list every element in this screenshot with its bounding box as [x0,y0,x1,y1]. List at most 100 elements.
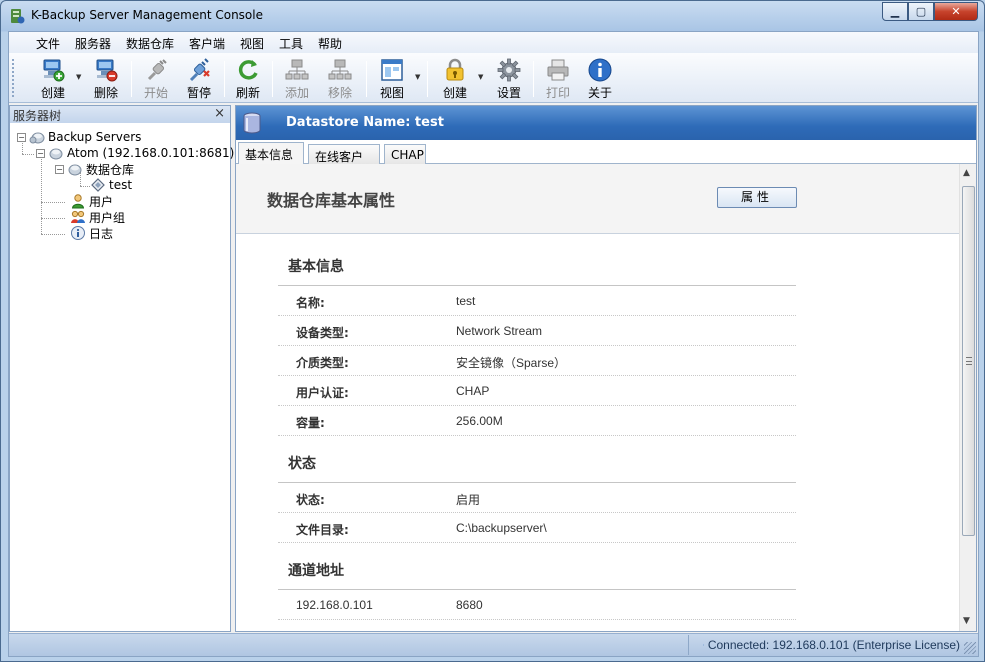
datastore-tabs: 基本信息 在线客户端 CHAP [236,140,976,181]
page-title: 数据仓库基本属性 [267,191,396,210]
tree-node-users[interactable]: 用户 [70,193,113,209]
delete-server-button[interactable]: 删除 [86,57,126,101]
tree-connector [41,156,42,234]
maximize-button[interactable]: ▢ [908,2,934,21]
menu-server[interactable]: 服务器 [75,35,111,52]
print-label: 打印 [545,86,570,100]
tab-online-clients[interactable]: 在线客户端 [308,144,380,181]
datastore-name-title: Datastore Name: test [286,115,444,130]
log-info-icon [71,226,85,240]
status-bar: Connected: 192.168.0.101 (Enterprise Lic… [9,633,978,656]
title-bar[interactable]: K-Backup Server Management Console ▁ ▢ ✕ [1,1,984,31]
row-label: 状态: [296,493,325,507]
print-button[interactable]: 打印 [538,57,578,101]
user-icon [71,194,85,209]
view-button[interactable]: 视图 [372,57,412,101]
start-label: 开始 [143,86,168,100]
scroll-up-icon[interactable]: ▲ [963,168,970,178]
close-button[interactable]: ✕ [934,2,978,21]
datastore-diamond-icon [91,178,105,192]
row-label: 介质类型: [296,356,349,370]
tree-label-datastores: 数据仓库 [86,162,135,177]
minimize-icon: ▁ [890,5,900,18]
client-area: 文件 服务器 数据仓库 客户端 视图 工具 帮助 创建 ▼ 删除 开始 暂停 刷… [8,31,979,657]
create-dropdown-icon[interactable]: ▼ [76,73,81,81]
tree-node-datastore-test[interactable]: test [90,177,132,193]
window-title: K-Backup Server Management Console [31,8,263,22]
view-dropdown-icon[interactable]: ▼ [415,73,420,81]
delete-server-label: 删除 [93,86,118,100]
create-lock-button[interactable]: 创建 [435,57,475,101]
scroll-thumb[interactable] [962,186,975,536]
minimize-button[interactable]: ▁ [882,2,908,21]
row-value: 启用 [456,493,481,507]
row-value: test [456,294,476,308]
row-value: 256.00M [456,414,503,428]
menu-help[interactable]: 帮助 [318,35,342,52]
menu-client[interactable]: 客户端 [189,35,225,52]
info-icon [588,58,612,82]
view-label: 视图 [379,86,404,100]
tab-chap[interactable]: CHAP [384,144,426,164]
scroll-grip-icon [966,357,972,365]
create-server-button[interactable]: 创建 [33,57,73,101]
refresh-icon [238,60,258,80]
panel-close-icon[interactable]: × [214,106,225,121]
create-lock-label: 创建 [442,86,467,100]
tree-connector [41,218,65,219]
lock-dropdown-icon[interactable]: ▼ [478,73,483,81]
toolbar: 创建 ▼ 删除 开始 暂停 刷新 添加 移除 视图 ▼ 创建 ▼ 设置 打印 关… [9,53,978,103]
content-header: 数据仓库基本属性 属性 [236,164,959,234]
datastore-panel: Datastore Name: test 基本信息 在线客户端 CHAP 数据仓… [235,105,977,632]
section-title-basic: 基本信息 [288,259,344,275]
tree-node-datastores[interactable]: − 数据仓库 [55,161,134,177]
server-tree-title: 服务器树 [13,109,62,123]
resize-grip-icon[interactable] [964,642,976,654]
close-icon: ✕ [951,5,961,18]
add-network-icon [285,59,309,80]
view-window-icon [381,59,403,81]
row-value: 安全镜像（Sparse） [456,356,567,370]
collapse-icon[interactable]: − [36,148,45,158]
tree-node-backup-servers[interactable]: − Backup Servers [17,129,141,145]
menu-file[interactable]: 文件 [36,35,60,52]
row-value: Network Stream [456,324,543,338]
pause-button[interactable]: 暂停 [179,57,219,101]
info-row: 设备类型: Network Stream [278,316,796,346]
create-server-icon [43,59,65,82]
info-row: 介质类型: 安全镜像（Sparse） [278,346,796,376]
collapse-icon[interactable]: − [17,132,26,142]
server-tree-header: 服务器树 × [10,106,230,123]
info-row: 192.168.0.101 8680 [278,590,796,620]
tree-node-groups[interactable]: 用户组 [70,209,125,225]
info-row: 状态: 启用 [278,483,796,513]
remove-button[interactable]: 移除 [320,57,360,101]
connection-status-text: Connected: 192.168.0.101 (Enterprise Lic… [707,638,960,652]
refresh-button[interactable]: 刷新 [228,57,268,101]
menu-datastore[interactable]: 数据仓库 [126,35,174,52]
row-value: CHAP [456,384,490,398]
tree-label-backup-servers: Backup Servers [48,130,142,144]
tree-node-logs[interactable]: 日志 [70,225,113,241]
properties-button[interactable]: 属性 [717,187,797,208]
app-window: K-Backup Server Management Console ▁ ▢ ✕… [0,0,985,662]
datastore-header: Datastore Name: test [236,106,976,140]
add-label: 添加 [284,86,309,100]
tree-node-server[interactable]: − Atom (192.168.0.101:8681) [36,145,234,161]
app-logo-icon [11,9,25,24]
row-value: C:\backupserver\ [456,521,547,535]
tab-basic-info[interactable]: 基本信息 [238,142,304,165]
content-scrollbar[interactable]: ▲ ▼ [959,164,976,631]
toolbar-separator [366,61,367,97]
menu-view[interactable]: 视图 [240,35,264,52]
create-server-label: 创建 [40,86,65,100]
scroll-down-icon[interactable]: ▼ [963,616,970,626]
start-button[interactable]: 开始 [136,57,176,101]
toolbar-grip[interactable] [12,59,15,97]
about-button[interactable]: 关于 [580,57,620,101]
settings-button[interactable]: 设置 [489,57,529,101]
collapse-icon[interactable]: − [55,164,64,174]
add-button[interactable]: 添加 [277,57,317,101]
menu-tools[interactable]: 工具 [279,35,303,52]
info-row: 用户认证: CHAP [278,376,796,406]
